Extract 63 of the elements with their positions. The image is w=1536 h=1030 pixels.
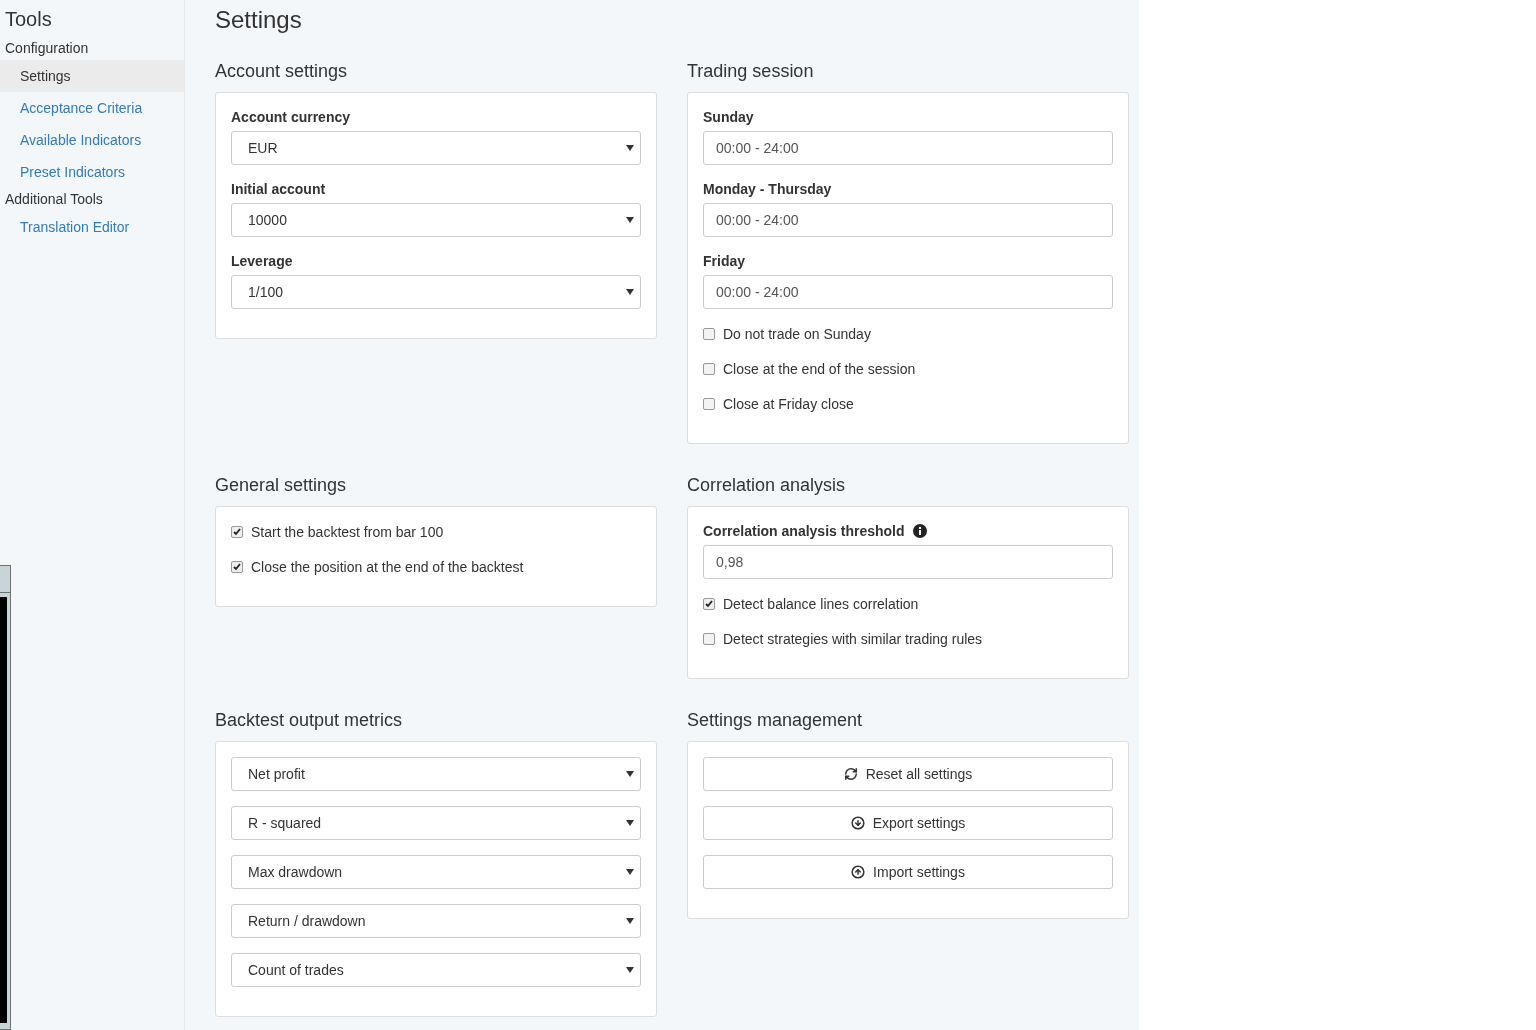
section-title: Correlation analysis — [687, 474, 847, 496]
section-title: Settings management — [687, 709, 864, 731]
caret-icon — [626, 918, 634, 924]
caret-icon — [626, 820, 634, 826]
checkbox[interactable] — [703, 633, 715, 645]
sidebar-item[interactable]: Acceptance Criteria — [0, 92, 184, 124]
select-field[interactable]: Max drawdown — [231, 855, 641, 889]
checkbox-label: Close the position at the end of the backtest — [251, 559, 524, 575]
select-field[interactable]: Count of trades — [231, 953, 641, 987]
download-icon — [850, 816, 865, 830]
sidebar-item[interactable]: Translation Editor — [0, 211, 184, 243]
input-field[interactable]: 00:00 - 24:00 — [703, 203, 1113, 237]
page-title: Settings — [215, 5, 303, 35]
field-label: Initial account — [231, 180, 326, 198]
select-field[interactable]: Return / drawdown — [231, 904, 641, 938]
select-field[interactable]: 1/100 — [231, 275, 641, 309]
field-label: Leverage — [231, 252, 293, 270]
section-title: Account settings — [215, 60, 349, 82]
section-title: Trading session — [687, 60, 815, 82]
input-field[interactable]: 0,98 — [703, 545, 1113, 579]
checkbox-label: Close at Friday close — [723, 396, 854, 412]
select-field[interactable]: 10000 — [231, 203, 641, 237]
settings-button[interactable]: Export settings — [703, 806, 1113, 840]
caret-icon — [626, 289, 634, 295]
checkbox[interactable] — [703, 328, 715, 340]
field-label: Monday - Thursday — [703, 180, 832, 198]
caret-icon — [626, 869, 634, 875]
caret-icon — [626, 771, 634, 777]
checkbox-label: Detect strategies with similar trading rules — [723, 631, 983, 647]
checkbox[interactable] — [703, 363, 715, 375]
sidebar-group-label: Additional Tools — [4, 190, 104, 209]
section-title: General settings — [215, 474, 348, 496]
checkbox-label: Do not trade on Sunday — [723, 326, 871, 342]
caret-icon — [626, 145, 634, 151]
checkbox[interactable] — [231, 561, 243, 573]
sidebar-item[interactable]: Preset Indicators — [0, 156, 184, 188]
checkbox[interactable] — [231, 526, 243, 538]
settings-button[interactable]: Import settings — [703, 855, 1113, 889]
field-label: Sunday — [703, 108, 754, 126]
checkbox-label: Detect balance lines correlation — [723, 596, 919, 612]
input-field[interactable]: 00:00 - 24:00 — [703, 275, 1113, 309]
sidebar-item[interactable]: Settings — [0, 60, 184, 92]
field-label: Correlation analysis threshold — [703, 522, 905, 540]
settings-button[interactable]: Reset all settings — [703, 757, 1113, 791]
select-field[interactable]: EUR — [231, 131, 641, 165]
caret-icon — [626, 217, 634, 223]
checkbox[interactable] — [703, 398, 715, 410]
sidebar-group-label: Configuration — [4, 39, 90, 58]
info-icon[interactable] — [912, 524, 927, 538]
sidebar-item[interactable]: Available Indicators — [0, 124, 184, 156]
refresh-icon — [843, 767, 858, 781]
upload-icon — [851, 865, 866, 879]
sidebar-title: Tools — [4, 7, 53, 32]
checkbox-label: Start the backtest from bar 100 — [251, 524, 444, 540]
field-label: Friday — [703, 252, 745, 270]
checkbox-label: Close at the end of the session — [723, 361, 916, 377]
section-title: Backtest output metrics — [215, 709, 404, 731]
input-field[interactable]: 00:00 - 24:00 — [703, 131, 1113, 165]
checkbox[interactable] — [703, 598, 715, 610]
field-label: Account currency — [231, 108, 351, 126]
caret-icon — [626, 967, 634, 973]
select-field[interactable]: Net profit — [231, 757, 641, 791]
select-field[interactable]: R - squared — [231, 806, 641, 840]
